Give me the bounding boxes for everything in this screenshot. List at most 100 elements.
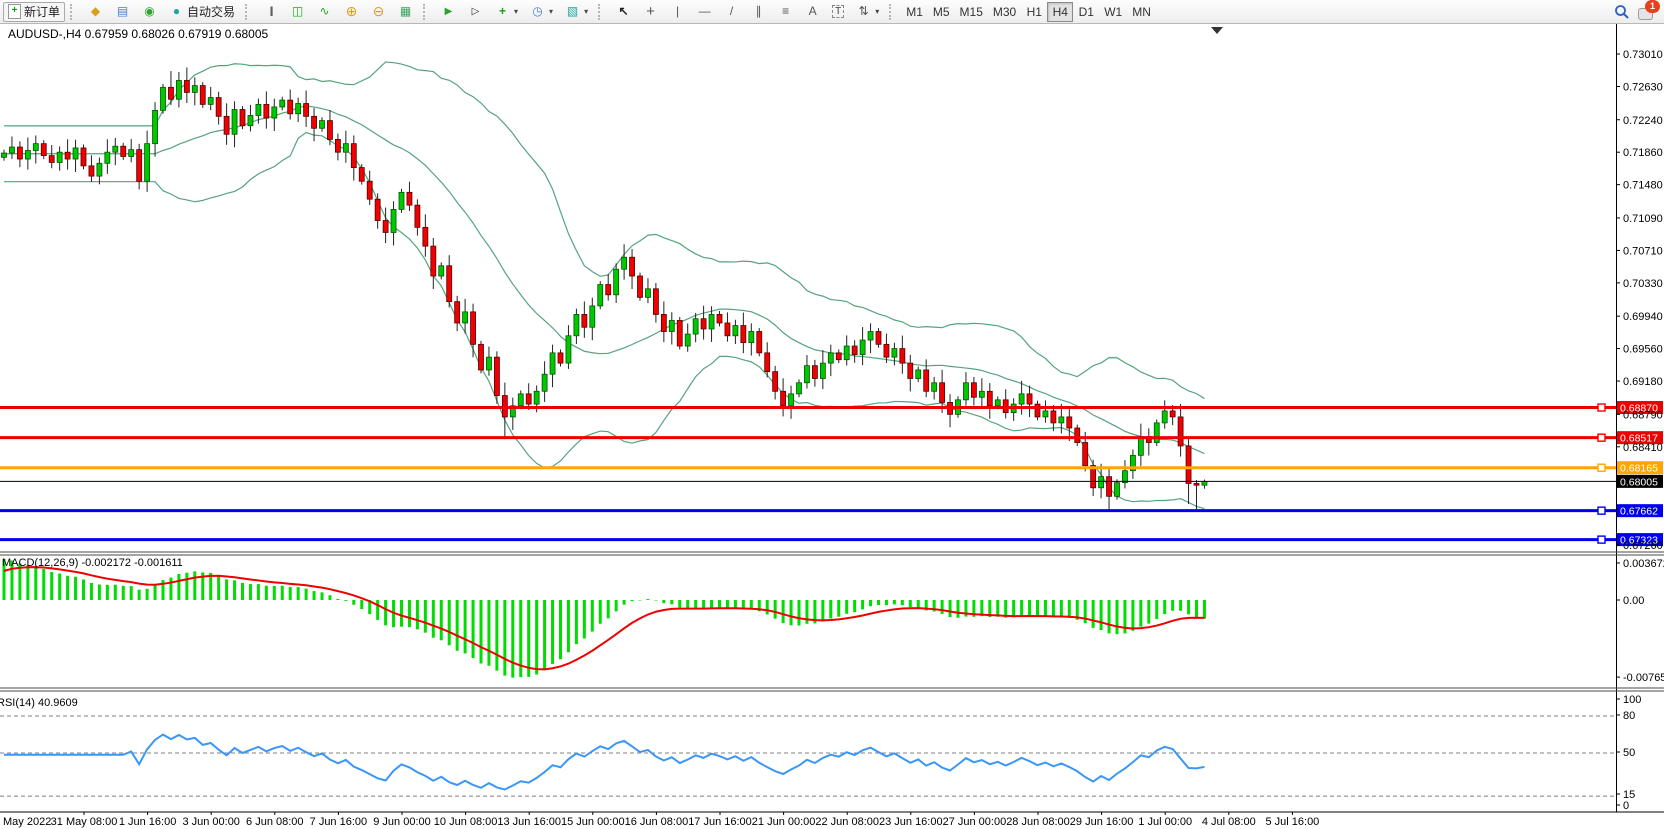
candle (121, 146, 126, 156)
candle (550, 353, 555, 374)
candle (1170, 411, 1175, 417)
trendline-icon: / (724, 4, 739, 19)
candle (399, 192, 404, 209)
data-window-button[interactable]: ▤ (110, 2, 135, 22)
timeframe-h4[interactable]: H4 (1047, 2, 1073, 22)
candle (638, 276, 643, 297)
toolbar: + 新订单 ◆ ▤ ◉ ● 自动交易 ||| ◫ ∿ ⊕ ⊖ ▦ ▶ ▷ + ▾… (0, 0, 1664, 24)
candle (431, 246, 436, 276)
candle (471, 312, 476, 344)
timeframe-h1[interactable]: H1 (1021, 2, 1047, 22)
price-tick-label: 0.71090 (1623, 213, 1663, 225)
time-tick-label: 9 Jun 00:00 (373, 816, 431, 828)
chevron-down-icon: ▾ (875, 7, 879, 16)
candle (876, 332, 881, 345)
trendline-tool-button[interactable]: / (719, 2, 744, 22)
timeframe-mn[interactable]: MN (1127, 2, 1156, 22)
timeframe-m1[interactable]: M1 (901, 2, 928, 22)
candle (717, 314, 722, 323)
cursor-tool-button[interactable]: ↖ (611, 2, 636, 22)
data-window-icon: ▤ (115, 4, 130, 19)
candle (725, 323, 730, 336)
horizontal-line-tool-button[interactable]: — (692, 2, 717, 22)
candle (773, 372, 778, 392)
price-tick-label: 0.71480 (1623, 180, 1663, 192)
text-label-tool-button[interactable]: T (827, 2, 849, 22)
line-chart-button[interactable]: ∿ (312, 2, 337, 22)
chevron-down-icon: ▾ (584, 7, 588, 16)
candle (335, 139, 340, 152)
new-order-label: 新订单 (24, 3, 60, 20)
candle (359, 168, 364, 182)
timeframe-w1[interactable]: W1 (1099, 2, 1127, 22)
candle (17, 147, 22, 159)
fibonacci-tool-button[interactable]: ≡ (773, 2, 798, 22)
timeframe-m30[interactable]: M30 (988, 2, 1021, 22)
candle (1019, 394, 1024, 404)
zoom-in-button[interactable]: ⊕ (339, 2, 364, 22)
timeframe-d1[interactable]: D1 (1073, 2, 1099, 22)
price-tick-label: 0.70330 (1623, 278, 1663, 290)
line-handle[interactable] (1598, 464, 1605, 471)
candle (598, 285, 603, 306)
crosshair-tool-button[interactable]: + (638, 2, 663, 22)
line-handle[interactable] (1598, 404, 1605, 411)
candle (200, 86, 205, 105)
zoom-out-button[interactable]: ⊖ (366, 2, 391, 22)
text-label-icon: T (832, 5, 844, 18)
notifications-button[interactable]: 1 (1638, 4, 1656, 20)
clock-icon: ◷ (530, 4, 545, 19)
arrows-tool-button[interactable]: ⇅ ▾ (851, 2, 884, 22)
candle (566, 336, 571, 363)
candle (622, 257, 627, 269)
notification-badge: 1 (1645, 0, 1660, 13)
line-handle[interactable] (1598, 434, 1605, 441)
tile-windows-button[interactable]: ▦ (393, 2, 418, 22)
gold-chart-button[interactable]: ◆ (83, 2, 108, 22)
timeframe-m5[interactable]: M5 (928, 2, 955, 22)
candle (733, 326, 738, 336)
chart-canvas[interactable]: 0.688700.685170.681650.680050.676620.673… (0, 24, 1664, 829)
new-order-button[interactable]: + 新订单 (3, 2, 65, 22)
bar-chart-button[interactable]: ||| (258, 2, 283, 22)
indicators-button[interactable]: + ▾ (490, 2, 523, 22)
candle (940, 383, 945, 403)
candle (447, 266, 452, 302)
templates-button[interactable]: ▧ ▾ (560, 2, 593, 22)
candle (153, 110, 158, 143)
candle (1075, 428, 1080, 443)
candle (741, 326, 746, 343)
price-tick-label: 0.72240 (1623, 115, 1663, 127)
price-tag-label: 0.68165 (1620, 463, 1658, 475)
line-handle[interactable] (1598, 507, 1605, 514)
price-tag-label: 0.67662 (1620, 506, 1658, 518)
candle (423, 227, 428, 246)
candle (256, 104, 261, 115)
equidistant-channel-icon: ∥ (751, 4, 766, 19)
candle (534, 391, 539, 404)
line-handle[interactable] (1598, 536, 1605, 543)
search-icon[interactable] (1614, 4, 1630, 20)
candle (168, 87, 173, 99)
candle (415, 205, 420, 227)
candlestick-chart-button[interactable]: ◫ (285, 2, 310, 22)
vertical-line-tool-button[interactable]: | (665, 2, 690, 22)
candle (797, 383, 802, 394)
channel-tool-button[interactable]: ∥ (746, 2, 771, 22)
periods-button[interactable]: ◷ ▾ (525, 2, 558, 22)
signals-button[interactable]: ◉ (137, 2, 162, 22)
text-tool-button[interactable]: A (800, 2, 825, 22)
chart-shift-button[interactable]: ▷ (463, 2, 488, 22)
candle (280, 100, 285, 107)
timeframe-m15[interactable]: M15 (955, 2, 988, 22)
candle (828, 353, 833, 363)
candle (653, 289, 658, 315)
candle (987, 391, 992, 406)
auto-scroll-button[interactable]: ▶ (436, 2, 461, 22)
time-tick-label: May 2022 (3, 816, 51, 828)
candle (176, 80, 181, 99)
candle (304, 104, 309, 117)
candle (486, 357, 491, 370)
macd-axis-label: 0.003672 (1623, 558, 1664, 570)
autotrading-button[interactable]: ● 自动交易 (164, 2, 240, 22)
